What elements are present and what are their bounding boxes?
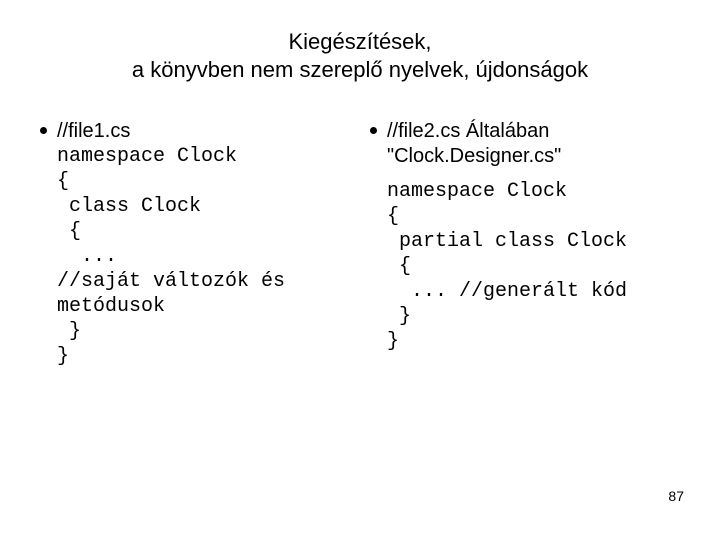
bullet-left: //file1.cs <box>40 119 350 144</box>
right-code-block: namespace Clock { partial class Clock { … <box>387 179 680 354</box>
left-lead-text: //file1.cs <box>57 119 130 144</box>
bullet-right: //file2.cs Általában "Clock.Designer.cs" <box>370 119 680 169</box>
right-column: //file2.cs Általában "Clock.Designer.cs"… <box>370 119 680 369</box>
left-code-block: namespace Clock { class Clock { ... //sa… <box>57 144 350 369</box>
content-columns: //file1.cs namespace Clock { class Clock… <box>40 119 680 369</box>
title-line-1: Kiegészítések, <box>40 28 680 56</box>
title-line-2: a könyvben nem szereplő nyelvek, újdonsá… <box>40 56 680 84</box>
bullet-icon <box>40 127 47 134</box>
right-lead-text: //file2.cs Általában "Clock.Designer.cs" <box>387 119 680 169</box>
left-column: //file1.cs namespace Clock { class Clock… <box>40 119 350 369</box>
slide-title: Kiegészítések, a könyvben nem szereplő n… <box>40 28 680 83</box>
bullet-icon <box>370 127 377 134</box>
page-number: 87 <box>668 488 684 504</box>
